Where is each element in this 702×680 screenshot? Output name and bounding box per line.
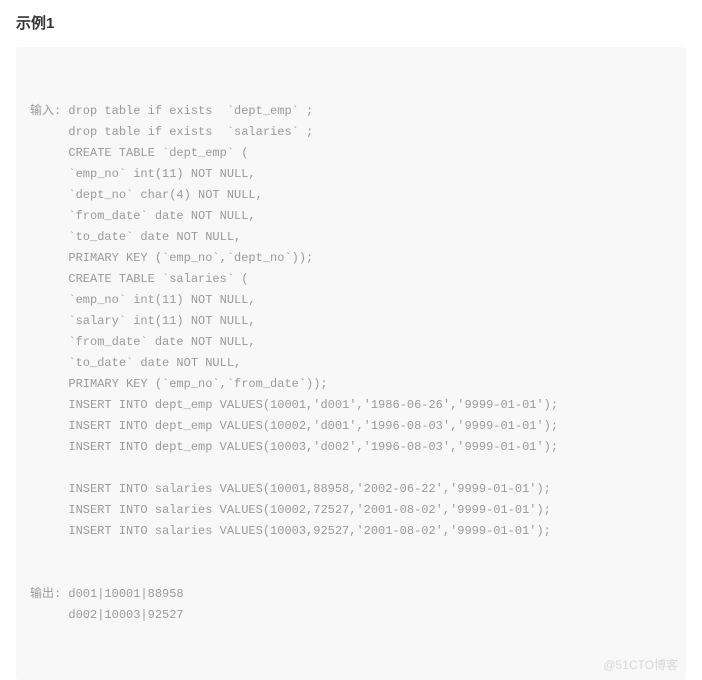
example-title: 示例1 <box>16 12 686 33</box>
watermark-text: @51CTO博客 <box>603 655 678 676</box>
output-section: 输出: d001|10001|88958 d002|10003|92527 <box>30 584 672 626</box>
input-content: drop table if exists `dept_emp` ; drop t… <box>68 101 558 542</box>
output-content: d001|10001|88958 d002|10003|92527 <box>68 584 183 626</box>
input-label: 输入: <box>30 101 68 122</box>
output-label: 输出: <box>30 584 68 605</box>
input-section: 输入: drop table if exists `dept_emp` ; dr… <box>30 101 672 542</box>
code-example-block: 输入: drop table if exists `dept_emp` ; dr… <box>16 47 686 680</box>
